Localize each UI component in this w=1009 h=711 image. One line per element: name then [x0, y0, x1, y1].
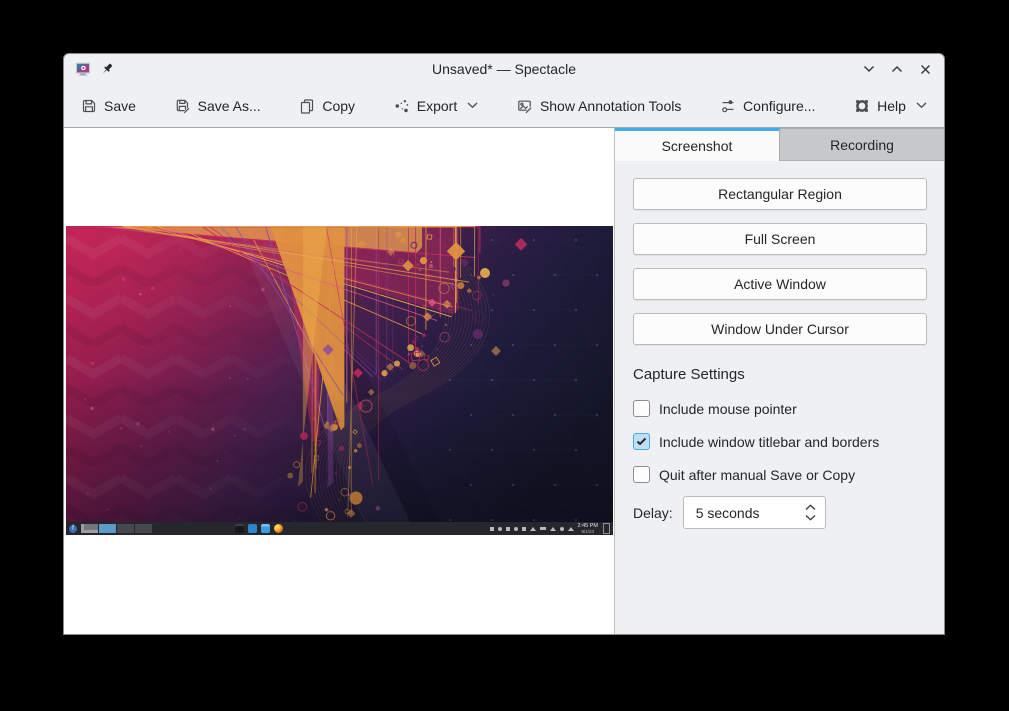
virtual-desktop-pager	[81, 524, 152, 533]
window-under-cursor-button[interactable]: Window Under Cursor	[633, 313, 927, 345]
export-button[interactable]: Export	[394, 98, 478, 114]
quit-after-save-row: Quit after manual Save or Copy	[633, 466, 927, 483]
copy-icon	[299, 98, 315, 114]
titlebar[interactable]: Unsaved* — Spectacle	[64, 54, 944, 84]
show-desktop-button	[603, 523, 610, 534]
pin-icon[interactable]	[100, 62, 115, 77]
help-label: Help	[877, 98, 906, 114]
delay-value[interactable]: 5 seconds	[696, 505, 805, 521]
configure-button[interactable]: Configure...	[720, 98, 815, 114]
firefox-icon	[274, 524, 283, 533]
tab-screenshot[interactable]: Screenshot	[615, 128, 780, 161]
active-window-button[interactable]: Active Window	[633, 268, 927, 300]
show-annotation-tools-button[interactable]: Show Annotation Tools	[517, 98, 681, 114]
capture-settings-heading: Capture Settings	[633, 366, 927, 383]
tray-icon	[530, 527, 536, 531]
toolbar: Save Save As... Copy	[64, 84, 944, 128]
help-icon	[854, 98, 870, 114]
export-icon	[394, 98, 410, 114]
annotation-icon	[517, 98, 533, 114]
delay-spinbox[interactable]: 5 seconds	[683, 496, 826, 529]
quit-after-save-checkbox[interactable]	[633, 466, 650, 483]
preview-pane: f	[64, 128, 614, 634]
tray-icon	[560, 527, 564, 531]
export-menu-chevron-down-icon[interactable]	[467, 102, 478, 109]
tray-icon	[540, 527, 546, 530]
spin-up-icon[interactable]	[805, 504, 816, 511]
save-icon	[81, 98, 97, 114]
tray-icon	[568, 527, 574, 531]
tray-icon	[514, 527, 518, 531]
app-launcher-icon: f	[69, 525, 77, 533]
app-icon	[248, 524, 257, 533]
include-mouse-pointer-row: Include mouse pointer	[633, 400, 927, 417]
window-title: Unsaved* — Spectacle	[64, 61, 944, 77]
full-screen-button[interactable]: Full Screen	[633, 223, 927, 255]
close-button[interactable]	[917, 61, 933, 77]
screenshot-preview: f	[66, 226, 613, 535]
tab-recording[interactable]: Recording	[780, 128, 944, 161]
minimize-button[interactable]	[861, 61, 877, 77]
preview-taskbar: f	[66, 522, 613, 535]
include-mouse-pointer-checkbox[interactable]	[633, 400, 650, 417]
spectacle-window: Unsaved* — Spectacle Save	[63, 53, 945, 635]
pager-desktop	[117, 524, 134, 533]
save-button[interactable]: Save	[81, 98, 136, 114]
rectangular-region-button[interactable]: Rectangular Region	[633, 178, 927, 210]
include-mouse-pointer-label[interactable]: Include mouse pointer	[659, 401, 797, 417]
pager-desktop	[99, 524, 116, 533]
save-as-icon	[175, 98, 191, 114]
save-as-label: Save As...	[198, 98, 261, 114]
tray-icon	[550, 527, 556, 531]
delay-label: Delay:	[633, 505, 673, 521]
tray-icon	[490, 527, 494, 531]
system-tray	[490, 527, 574, 531]
export-label: Export	[417, 98, 457, 114]
quit-after-save-label[interactable]: Quit after manual Save or Copy	[659, 467, 855, 483]
save-label: Save	[104, 98, 136, 114]
side-panel: Screenshot Recording Rectangular Region …	[614, 128, 944, 634]
copy-label: Copy	[322, 98, 355, 114]
show-annotation-tools-label: Show Annotation Tools	[540, 98, 681, 114]
tray-icon	[506, 527, 510, 531]
copy-button[interactable]: Copy	[299, 98, 355, 114]
tray-icon	[522, 527, 526, 531]
tray-icon	[498, 527, 502, 531]
help-button[interactable]: Help	[854, 98, 927, 114]
spin-down-icon[interactable]	[805, 514, 816, 521]
save-as-button[interactable]: Save As...	[175, 98, 261, 114]
clock-date: 8/1/23	[578, 529, 598, 534]
delay-row: Delay: 5 seconds	[633, 496, 927, 529]
help-menu-chevron-down-icon[interactable]	[916, 102, 927, 109]
terminal-icon	[235, 524, 244, 533]
configure-label: Configure...	[743, 98, 815, 114]
wallpaper-image	[66, 226, 613, 535]
tabbar: Screenshot Recording	[615, 128, 944, 161]
clock: 2:45 PM 8/1/23	[578, 523, 598, 534]
include-titlebar-checkbox[interactable]	[633, 433, 650, 450]
file-manager-icon	[261, 524, 270, 533]
configure-icon	[720, 98, 736, 114]
pager-desktop	[135, 524, 152, 533]
include-titlebar-row: Include window titlebar and borders	[633, 433, 927, 450]
include-titlebar-label[interactable]: Include window titlebar and borders	[659, 434, 879, 450]
maximize-button[interactable]	[889, 61, 905, 77]
pager-desktop	[81, 524, 98, 533]
spectacle-app-icon	[75, 61, 91, 77]
